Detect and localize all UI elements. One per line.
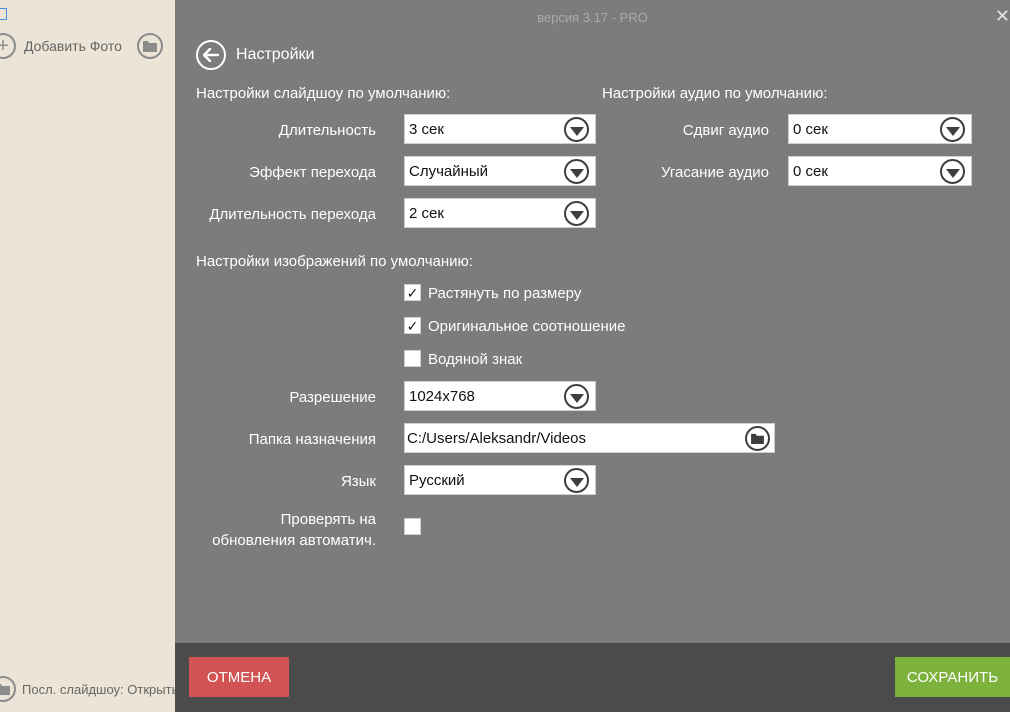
duration-label: Длительность [278,122,376,139]
auto-update-label-line2: обновления автоматич. [212,532,376,549]
audio-fade-label: Угасание аудио [660,164,769,181]
chevron-down-icon[interactable] [564,117,589,142]
audio-shift-label: Сдвиг аудио [682,122,769,139]
auto-update-label-line1: Проверять на [280,511,376,528]
duration-value: 3 сек [409,121,444,138]
add-photo-button[interactable]: + Добавить Фото [0,33,122,59]
transition-effect-select[interactable]: Случайный [404,156,596,186]
auto-update-checkbox[interactable] [404,518,421,535]
language-select[interactable]: Русский [404,465,596,495]
stretch-checkbox[interactable]: ✓ [404,284,421,301]
chevron-down-icon[interactable] [940,159,965,184]
recent-slideshow-button[interactable]: Посл. слайдшоу: Открыть [0,676,178,702]
check-icon: ✓ [406,284,419,301]
resolution-value: 1024x768 [409,388,475,405]
folder-icon [751,433,764,444]
version-label: версия 3.17 - PRO [537,10,648,25]
cancel-button[interactable]: ОТМЕНА [189,657,289,697]
window-restore-icon [0,8,7,20]
chevron-down-icon[interactable] [940,117,965,142]
page-title: Настройки [236,46,315,63]
original-ratio-checkbox[interactable]: ✓ [404,317,421,334]
original-ratio-label: Оригинальное соотношение [428,318,626,335]
add-photo-label: Добавить Фото [24,38,122,54]
close-icon[interactable]: ✕ [995,6,1010,27]
back-button[interactable] [196,40,226,70]
add-folder-button[interactable] [137,33,163,59]
auto-update-label: Проверять на обновления автоматич. [200,509,376,551]
duration-select[interactable]: 3 сек [404,114,596,144]
destination-folder-label: Папка назначения [248,431,376,448]
transition-duration-select[interactable]: 2 сек [404,198,596,228]
resolution-label: Разрешение [289,389,376,406]
resolution-select[interactable]: 1024x768 [404,381,596,411]
language-value: Русский [409,472,465,489]
save-button[interactable]: СОХРАНИТЬ [895,657,1010,697]
language-label: Язык [340,473,376,490]
destination-folder-value: C:/Users/Aleksandr/Videos [407,430,586,447]
folder-icon [0,676,16,702]
transition-duration-label: Длительность перехода [209,206,376,223]
plus-icon: + [0,33,16,59]
audio-shift-select[interactable]: 0 сек [788,114,972,144]
transition-effect-label: Эффект перехода [249,164,376,181]
check-icon: ✓ [406,317,419,334]
recent-slideshow-label: Посл. слайдшоу: Открыть [22,681,179,697]
browse-folder-button[interactable] [745,426,770,451]
slideshow-section-title: Настройки слайдшоу по умолчанию: [196,85,451,102]
transition-effect-value: Случайный [409,163,489,180]
folder-icon [137,33,163,59]
chevron-down-icon[interactable] [564,384,589,409]
footer-bar: ОТМЕНА СОХРАНИТЬ [175,643,1010,712]
settings-panel: версия 3.17 - PRO ✕ Настройки Настройки … [175,0,1010,712]
image-section-title: Настройки изображений по умолчанию: [196,253,473,270]
back-arrow-icon [203,48,219,62]
transition-duration-value: 2 сек [409,205,444,222]
watermark-checkbox[interactable] [404,350,421,367]
watermark-label: Водяной знак [428,351,523,368]
destination-folder-input[interactable]: C:/Users/Aleksandr/Videos [404,423,775,453]
audio-shift-value: 0 сек [793,121,828,138]
audio-section-title: Настройки аудио по умолчанию: [602,85,828,102]
audio-fade-value: 0 сек [793,163,828,180]
chevron-down-icon[interactable] [564,201,589,226]
chevron-down-icon[interactable] [564,159,589,184]
background-app: + Добавить Фото Посл. слайдшоу: Открыть [0,0,178,712]
stretch-label: Растянуть по размеру [428,285,582,302]
chevron-down-icon[interactable] [564,468,589,493]
audio-fade-select[interactable]: 0 сек [788,156,972,186]
